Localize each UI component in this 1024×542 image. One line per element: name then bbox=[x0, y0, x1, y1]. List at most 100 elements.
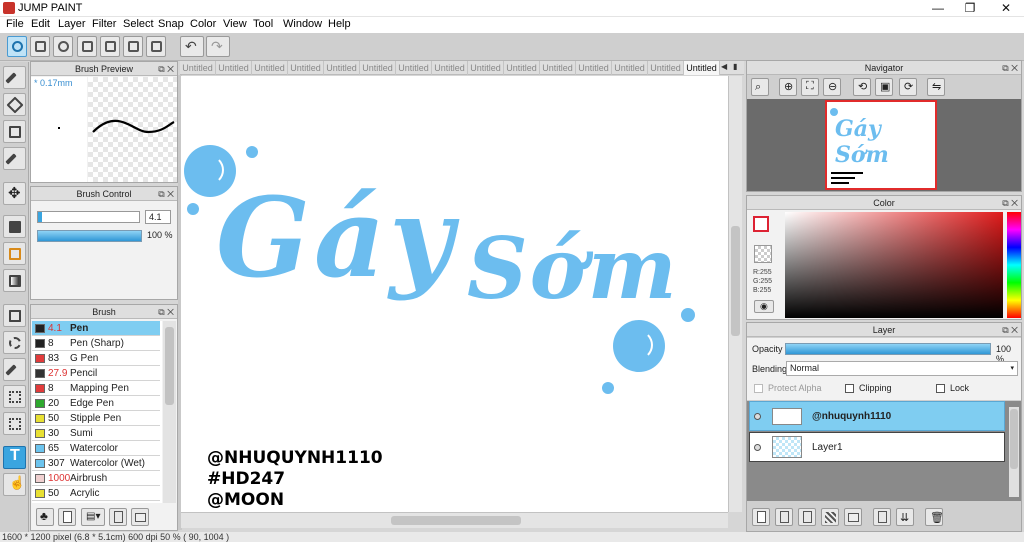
brush-item[interactable]: 30 Sumi bbox=[32, 426, 160, 441]
brush-list-scrollbar[interactable] bbox=[163, 321, 176, 503]
message-button[interactable] bbox=[77, 36, 97, 57]
layer-list-scrollbar[interactable] bbox=[1009, 407, 1019, 497]
duplicate-layer-button[interactable] bbox=[873, 508, 891, 526]
panel-buttons-icon[interactable]: ⧉ ✕ bbox=[1002, 196, 1018, 210]
menu-tool[interactable]: Tool bbox=[253, 18, 273, 30]
merge-layer-button[interactable]: ⇊ bbox=[896, 508, 914, 526]
tab-untitled[interactable]: Untitled bbox=[576, 61, 612, 75]
tool-shape[interactable] bbox=[3, 120, 26, 143]
new-halftone-layer-button[interactable] bbox=[798, 508, 816, 526]
navigator-thumbnail[interactable]: Gáy Sớm bbox=[825, 100, 937, 190]
menu-file[interactable]: File bbox=[6, 18, 24, 30]
brush-item[interactable]: 8 Pen (Sharp) bbox=[32, 336, 160, 351]
brush-item[interactable]: 20 Edge Pen bbox=[32, 396, 160, 411]
tab-untitled[interactable]: Untitled bbox=[432, 61, 468, 75]
tab-untitled[interactable]: Untitled bbox=[360, 61, 396, 75]
tab-untitled[interactable]: Untitled bbox=[252, 61, 288, 75]
panel-buttons-icon[interactable]: ⧉ ✕ bbox=[158, 305, 174, 319]
tool-brush[interactable] bbox=[3, 66, 26, 89]
menu-filter[interactable]: Filter bbox=[92, 18, 116, 30]
layer-opacity-slider[interactable] bbox=[785, 343, 991, 355]
copy-brush-button[interactable] bbox=[109, 508, 127, 526]
panel-buttons-icon[interactable]: ⧉ ✕ bbox=[158, 187, 174, 201]
nav-rotate-left-button[interactable]: ⟲ bbox=[853, 78, 871, 96]
layer-row[interactable]: Layer1 bbox=[749, 432, 1005, 462]
tool-bucket[interactable] bbox=[3, 242, 26, 265]
new-folder-button[interactable] bbox=[844, 508, 862, 526]
eye-visibility-icon[interactable] bbox=[754, 444, 761, 451]
nav-reset-button[interactable]: ▣ bbox=[875, 78, 893, 96]
tool-select-rect[interactable] bbox=[3, 304, 26, 327]
undo-button[interactable]: ↶ bbox=[180, 36, 204, 57]
redo-button[interactable]: ↷ bbox=[206, 36, 230, 57]
menu-help[interactable]: Help bbox=[328, 18, 351, 30]
tool-hand[interactable]: ☝ bbox=[3, 473, 26, 496]
canvas-vertical-scrollbar[interactable] bbox=[728, 76, 742, 512]
nav-zoom-in-button[interactable]: ⊕ bbox=[779, 78, 797, 96]
tab-untitled[interactable]: Untitled bbox=[288, 61, 324, 75]
brush-item[interactable]: 27.9 Pencil bbox=[32, 366, 160, 381]
menu-color[interactable]: Color bbox=[190, 18, 216, 30]
menu-layer[interactable]: Layer bbox=[58, 18, 86, 30]
page-button[interactable] bbox=[123, 36, 143, 57]
eyedropper-button[interactable]: ◉ bbox=[754, 300, 774, 313]
tab-untitled[interactable]: Untitled bbox=[540, 61, 576, 75]
tool-select-pen[interactable] bbox=[3, 385, 26, 408]
tool-magic-wand[interactable] bbox=[3, 358, 26, 381]
tab-untitled[interactable]: Untitled bbox=[216, 61, 252, 75]
nav-zoom-button[interactable]: ⌕ bbox=[751, 78, 769, 96]
folder-button[interactable] bbox=[131, 508, 149, 526]
tool-gradient[interactable] bbox=[3, 269, 26, 292]
nav-fit-button[interactable]: ⛶ bbox=[801, 78, 819, 96]
tool-move[interactable]: ✥ bbox=[3, 182, 26, 205]
panel-buttons-icon[interactable]: ⧉ ✕ bbox=[1002, 61, 1018, 75]
brush-item[interactable]: 50 Stipple Pen bbox=[32, 411, 160, 426]
new-brush-button[interactable] bbox=[58, 508, 76, 526]
tab-scroll-left-icon[interactable]: ◀ bbox=[721, 62, 731, 74]
tab-untitled[interactable]: Untitled bbox=[180, 61, 216, 75]
canvas-horizontal-scrollbar[interactable] bbox=[181, 512, 728, 528]
tool-lasso[interactable] bbox=[3, 331, 26, 354]
brush-item[interactable]: 83 G Pen bbox=[32, 351, 160, 366]
close-button[interactable]: ✕ bbox=[988, 0, 1024, 16]
clipping-checkbox[interactable] bbox=[845, 384, 854, 393]
eye-visibility-icon[interactable] bbox=[754, 413, 761, 420]
new-layer-button[interactable] bbox=[752, 508, 770, 526]
minimize-button[interactable]: — bbox=[920, 0, 956, 16]
tab-untitled[interactable]: Untitled bbox=[468, 61, 504, 75]
primary-color-swatch[interactable] bbox=[753, 216, 769, 232]
tab-untitled[interactable]: Untitled bbox=[684, 61, 720, 75]
brush-item[interactable]: 1000 Airbrush bbox=[32, 471, 160, 486]
transparent-color-swatch[interactable] bbox=[754, 245, 772, 263]
nav-flip-button[interactable]: ⇋ bbox=[927, 78, 945, 96]
menu-edit[interactable]: Edit bbox=[31, 18, 50, 30]
tool-eraser[interactable] bbox=[3, 93, 26, 116]
brush-item[interactable]: 8 Mapping Pen bbox=[32, 381, 160, 396]
hue-slider[interactable] bbox=[1007, 212, 1021, 318]
lock-checkbox[interactable] bbox=[936, 384, 945, 393]
layer-row-selected[interactable]: @nhuquynh1110 bbox=[749, 401, 1005, 431]
saturation-value-picker[interactable] bbox=[785, 212, 1003, 318]
tone-layer-button[interactable] bbox=[821, 508, 839, 526]
tool-text[interactable]: T bbox=[3, 446, 26, 469]
grid-button[interactable] bbox=[146, 36, 166, 57]
tab-untitled[interactable]: Untitled bbox=[396, 61, 432, 75]
brush-opacity-slider[interactable] bbox=[37, 230, 142, 242]
tab-untitled[interactable]: Untitled bbox=[324, 61, 360, 75]
brush-menu-button[interactable]: ▤▾ bbox=[81, 508, 105, 526]
brush-size-field[interactable]: 4.1 bbox=[145, 210, 171, 224]
nav-rotate-right-button[interactable]: ⟳ bbox=[899, 78, 917, 96]
brush-item[interactable]: 4.1 Pen bbox=[32, 321, 160, 336]
tab-untitled[interactable]: Untitled bbox=[648, 61, 684, 75]
panel-buttons-icon[interactable]: ⧉ ✕ bbox=[1002, 323, 1018, 337]
tool-select-eraser[interactable] bbox=[3, 412, 26, 435]
tool-fill-rect[interactable] bbox=[3, 215, 26, 238]
brush-item[interactable]: 65 Watercolor bbox=[32, 441, 160, 456]
delete-layer-button[interactable]: 🗑 bbox=[925, 508, 944, 526]
drawing-canvas[interactable]: Gáy Sớm @NHUQUYNH1110 #HD247 @MOON bbox=[181, 76, 728, 512]
brush-settings-button[interactable]: ♣ bbox=[36, 508, 54, 526]
nav-zoom-out-button[interactable]: ⊖ bbox=[823, 78, 841, 96]
brush-size-slider[interactable] bbox=[37, 211, 140, 223]
menu-snap[interactable]: Snap bbox=[158, 18, 184, 30]
protect-alpha-checkbox[interactable] bbox=[754, 384, 763, 393]
